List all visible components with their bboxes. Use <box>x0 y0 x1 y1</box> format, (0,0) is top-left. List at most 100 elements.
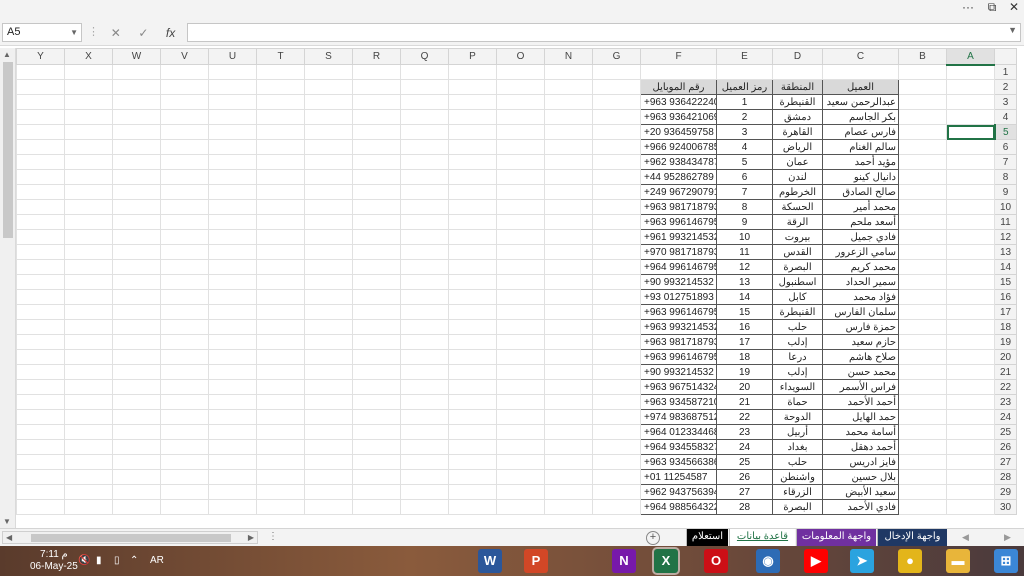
cell-a23[interactable] <box>946 394 995 410</box>
cell-s19[interactable] <box>304 334 353 350</box>
cell-b21[interactable] <box>898 364 947 380</box>
cell-w21[interactable] <box>112 364 161 380</box>
column-header-q[interactable]: Q <box>400 48 449 65</box>
cell-v27[interactable] <box>160 454 209 470</box>
cell-x5[interactable] <box>64 124 113 140</box>
cell-e18[interactable]: 16 <box>716 319 773 335</box>
cell-n15[interactable] <box>544 274 593 290</box>
cell-q12[interactable] <box>400 229 449 245</box>
camera-app-icon[interactable]: ◉ <box>756 549 780 573</box>
cell-y10[interactable] <box>16 199 65 215</box>
cell-t14[interactable] <box>256 259 305 275</box>
cell-v20[interactable] <box>160 349 209 365</box>
cell-n21[interactable] <box>544 364 593 380</box>
cell-e28[interactable]: 26 <box>716 469 773 485</box>
row-header-20[interactable]: 20 <box>994 349 1017 365</box>
add-sheet-icon[interactable]: + <box>646 531 660 545</box>
cell-u21[interactable] <box>208 364 257 380</box>
cell-a24[interactable] <box>946 409 995 425</box>
cell-a7[interactable] <box>946 154 995 170</box>
cell-p5[interactable] <box>448 124 497 140</box>
cell-c4[interactable]: بكر الجاسم <box>822 109 899 125</box>
vertical-scrollbar[interactable]: ▲ ▼ <box>0 48 16 528</box>
column-header-r[interactable]: R <box>352 48 401 65</box>
cell-v22[interactable] <box>160 379 209 395</box>
cell-b13[interactable] <box>898 244 947 260</box>
cell-d29[interactable]: الزرقاء <box>772 484 823 500</box>
cell-a4[interactable] <box>946 109 995 125</box>
cell-v3[interactable] <box>160 94 209 110</box>
chevron-down-icon[interactable]: ▼ <box>70 24 78 41</box>
cell-u6[interactable] <box>208 139 257 155</box>
cell-s25[interactable] <box>304 424 353 440</box>
cell-c9[interactable]: صالح الصادق <box>822 184 899 200</box>
cell-d24[interactable]: الدوحة <box>772 409 823 425</box>
cell-n27[interactable] <box>544 454 593 470</box>
cell-y29[interactable] <box>16 484 65 500</box>
column-header-o[interactable]: O <box>496 48 545 65</box>
cell-p3[interactable] <box>448 94 497 110</box>
cell-s26[interactable] <box>304 439 353 455</box>
cell-a20[interactable] <box>946 349 995 365</box>
cell-a21[interactable] <box>946 364 995 380</box>
row-header-18[interactable]: 18 <box>994 319 1017 335</box>
cell-n24[interactable] <box>544 409 593 425</box>
cell-u13[interactable] <box>208 244 257 260</box>
cell-w18[interactable] <box>112 319 161 335</box>
cell-f8[interactable]: +44 952862789 <box>640 169 717 185</box>
cell-b15[interactable] <box>898 274 947 290</box>
cell-o14[interactable] <box>496 259 545 275</box>
cell-t26[interactable] <box>256 439 305 455</box>
cell-a28[interactable] <box>946 469 995 485</box>
cell-c22[interactable]: فراس الأسمر <box>822 379 899 395</box>
cell-s15[interactable] <box>304 274 353 290</box>
cell-t28[interactable] <box>256 469 305 485</box>
cell-c8[interactable]: دانيال كينو <box>822 169 899 185</box>
cell-e11[interactable]: 9 <box>716 214 773 230</box>
cell-a8[interactable] <box>946 169 995 185</box>
cell-s8[interactable] <box>304 169 353 185</box>
cell-q11[interactable] <box>400 214 449 230</box>
cell-f30[interactable]: +964 988564322 <box>640 499 717 515</box>
cell-r3[interactable] <box>352 94 401 110</box>
cell-p15[interactable] <box>448 274 497 290</box>
cell-q21[interactable] <box>400 364 449 380</box>
cell-n9[interactable] <box>544 184 593 200</box>
cell-t6[interactable] <box>256 139 305 155</box>
cell-c29[interactable]: سعيد الأبيض <box>822 484 899 500</box>
cell-y7[interactable] <box>16 154 65 170</box>
cell-s1[interactable] <box>304 64 353 80</box>
cell-t7[interactable] <box>256 154 305 170</box>
cell-f10[interactable]: +963 981718793 <box>640 199 717 215</box>
cell-b6[interactable] <box>898 139 947 155</box>
cell-e10[interactable]: 8 <box>716 199 773 215</box>
scroll-down-icon[interactable]: ▼ <box>3 517 11 526</box>
cell-w6[interactable] <box>112 139 161 155</box>
cell-n19[interactable] <box>544 334 593 350</box>
cell-p26[interactable] <box>448 439 497 455</box>
header-name[interactable]: العميل <box>822 79 899 95</box>
header-code[interactable]: رمز العميل <box>716 79 773 95</box>
cell-x22[interactable] <box>64 379 113 395</box>
powerpoint-icon[interactable]: P <box>524 549 548 573</box>
cell-q4[interactable] <box>400 109 449 125</box>
cell-a11[interactable] <box>946 214 995 230</box>
cell-b25[interactable] <box>898 424 947 440</box>
cell-q9[interactable] <box>400 184 449 200</box>
youtube-icon[interactable]: ▶ <box>804 549 828 573</box>
cell-a15[interactable] <box>946 274 995 290</box>
cell-a27[interactable] <box>946 454 995 470</box>
cell-y25[interactable] <box>16 424 65 440</box>
row-header-15[interactable]: 15 <box>994 274 1017 290</box>
telegram-icon[interactable]: ➤ <box>850 549 874 573</box>
cell-o28[interactable] <box>496 469 545 485</box>
cell-a19[interactable] <box>946 334 995 350</box>
onenote-icon[interactable]: N <box>612 549 636 573</box>
cell-t25[interactable] <box>256 424 305 440</box>
battery-icon[interactable]: ▯ <box>114 555 120 566</box>
cell-c27[interactable]: فايز ادريس <box>822 454 899 470</box>
cell-t24[interactable] <box>256 409 305 425</box>
cell-v29[interactable] <box>160 484 209 500</box>
cell-a1[interactable] <box>946 64 995 80</box>
cell-y12[interactable] <box>16 229 65 245</box>
